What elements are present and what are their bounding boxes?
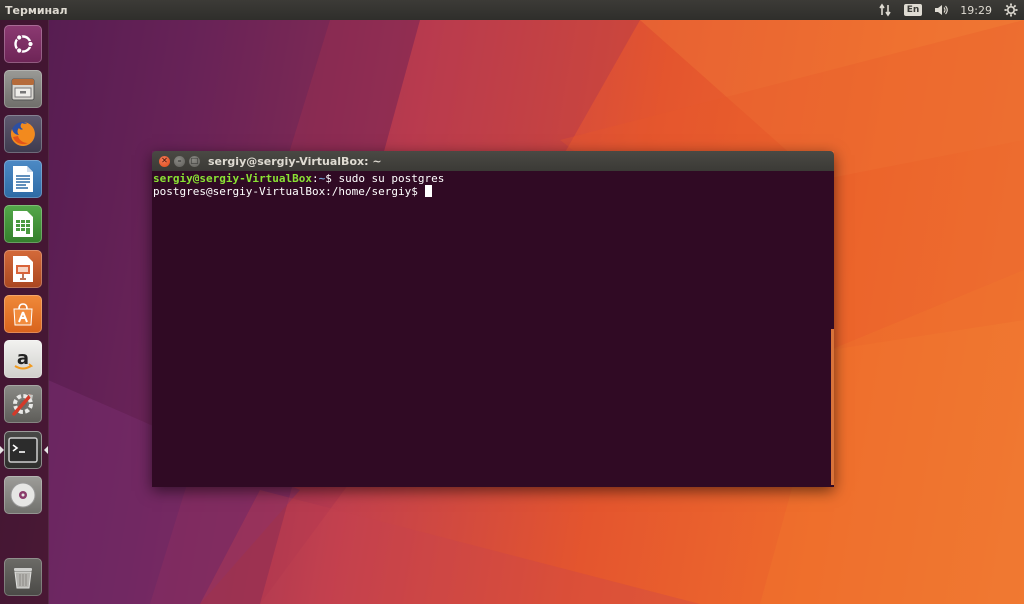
indicator-area: En 19:29 (872, 0, 1024, 20)
launcher-item-dash[interactable] (4, 25, 42, 63)
text-cursor (424, 185, 432, 197)
launcher-item-impress[interactable] (4, 250, 42, 288)
top-panel: Терминал En 19:29 (0, 0, 1024, 20)
active-app-title: Терминал (5, 3, 68, 17)
terminal-body[interactable]: sergiy@sergiy-VirtualBox:~$ sudo su post… (152, 171, 834, 487)
terminal-icon (8, 437, 38, 463)
impress-presentation-icon (13, 256, 33, 282)
launcher-item-dvd[interactable] (4, 476, 42, 514)
launcher-item-writer[interactable] (4, 160, 42, 198)
settings-tools-icon (12, 394, 33, 416)
network-updown-icon[interactable] (872, 0, 898, 20)
file-cabinet-icon (11, 78, 35, 101)
terminal-window[interactable]: ✕ – □ sergiy@sergiy-VirtualBox: ~ sergiy… (152, 151, 834, 487)
trash-icon (14, 568, 32, 589)
minimize-icon[interactable]: – (174, 155, 185, 167)
launcher-item-calc[interactable] (4, 205, 42, 243)
close-icon[interactable]: ✕ (159, 155, 170, 167)
window-title: sergiy@sergiy-VirtualBox: ~ (208, 154, 382, 168)
prompt-text: postgres@sergiy-VirtualBox:/home/sergiy$ (153, 185, 425, 198)
writer-document-icon (13, 166, 33, 192)
launcher-item-files[interactable] (4, 70, 42, 108)
disc-icon (10, 482, 36, 508)
firefox-icon (10, 122, 35, 146)
prompt-user-host: sergiy@sergiy-VirtualBox (153, 172, 312, 185)
prompt-separator: : (311, 172, 319, 185)
scrollbar[interactable] (831, 329, 834, 485)
calc-spreadsheet-icon (13, 211, 33, 237)
gear-icon[interactable] (998, 0, 1024, 20)
terminal-titlebar[interactable]: ✕ – □ sergiy@sergiy-VirtualBox: ~ (152, 151, 834, 171)
launcher-item-amazon[interactable]: a (4, 340, 42, 378)
terminal-line: postgres@sergiy-VirtualBox:/home/sergiy$ (153, 185, 834, 198)
launcher-item-trash[interactable] (4, 558, 42, 596)
volume-icon[interactable] (928, 0, 954, 20)
command-text: $ sudo su postgres (325, 172, 445, 185)
launcher-item-software[interactable] (4, 295, 42, 333)
keyboard-layout-indicator[interactable]: En (898, 0, 929, 20)
active-indicator-right (44, 446, 48, 454)
amazon-logo-icon: a (14, 348, 34, 370)
launcher-item-terminal[interactable] (4, 431, 42, 469)
launcher: a (0, 20, 49, 604)
launcher-item-firefox[interactable] (4, 115, 42, 153)
launcher-item-settings[interactable] (4, 385, 42, 423)
maximize-icon[interactable]: □ (189, 155, 200, 167)
svg-text:a: a (17, 348, 29, 369)
ubuntu-logo-icon (14, 34, 34, 54)
keyboard-layout-label: En (903, 4, 923, 16)
clock[interactable]: 19:29 (954, 0, 998, 20)
software-bag-icon (13, 303, 33, 326)
terminal-line: sergiy@sergiy-VirtualBox:~$ sudo su post… (153, 172, 834, 185)
